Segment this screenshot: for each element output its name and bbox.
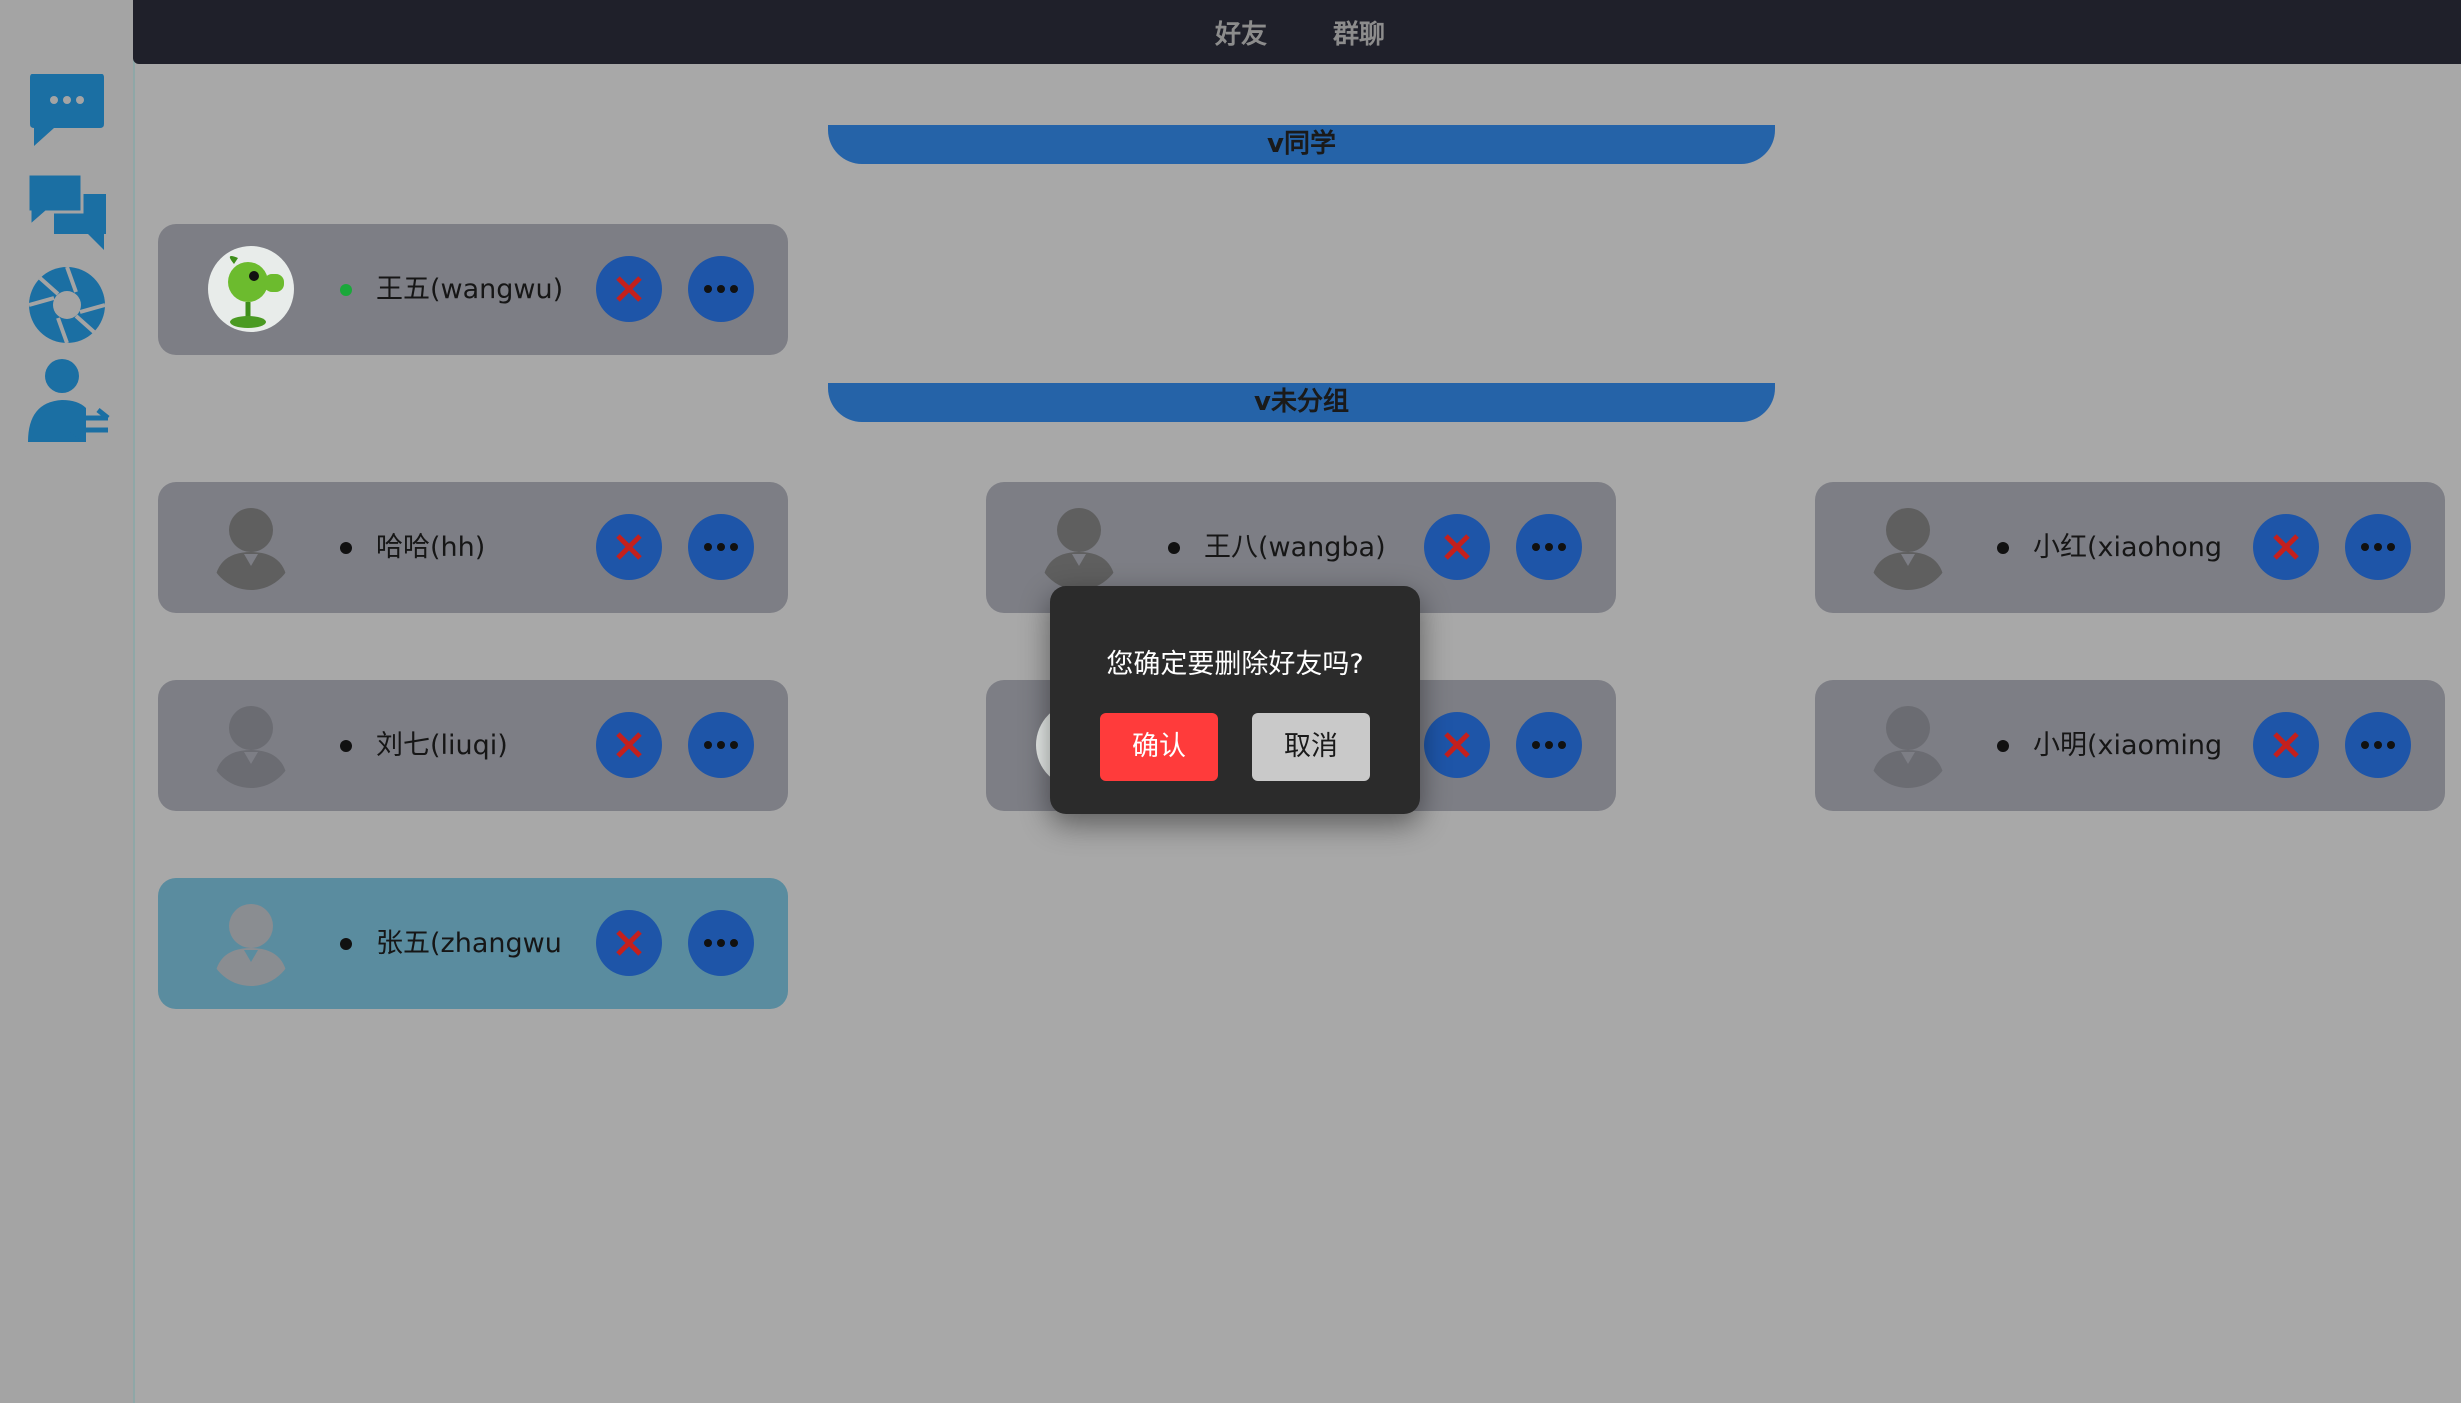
more-options-button[interactable] — [1516, 514, 1582, 580]
delete-friend-button[interactable] — [596, 514, 662, 580]
more-options-button[interactable] — [2345, 514, 2411, 580]
friend-card[interactable]: 小红(xiaohong — [1815, 482, 2445, 613]
status-dot — [1997, 740, 2009, 752]
more-options-button[interactable] — [688, 514, 754, 580]
friend-card[interactable]: 刘七(liuqi) — [158, 680, 788, 811]
default-avatar-icon — [1865, 702, 1951, 788]
status-dot — [340, 284, 352, 296]
friend-name: 小明(xiaoming — [2033, 730, 2223, 761]
status-dot — [1997, 542, 2009, 554]
status-dot — [340, 740, 352, 752]
friend-card-selected[interactable]: 张五(zhangwu — [158, 878, 788, 1009]
delete-friend-button[interactable] — [596, 256, 662, 322]
friend-name: 王五(wangwu) — [376, 274, 564, 305]
tab-friends[interactable]: 好友 — [1215, 14, 1267, 51]
friend-name: 哈哈(hh) — [376, 532, 486, 563]
default-avatar-icon — [208, 702, 294, 788]
cancel-button[interactable]: 取消 — [1252, 713, 1370, 781]
group-header-ungrouped[interactable]: v未分组 — [828, 383, 1775, 422]
status-dot — [340, 542, 352, 554]
delete-friend-button[interactable] — [2253, 712, 2319, 778]
top-navigation-bar: 好友 群聊 — [133, 0, 2461, 64]
more-options-button[interactable] — [2345, 712, 2411, 778]
default-avatar-icon — [208, 900, 294, 986]
tab-groups[interactable]: 群聊 — [1333, 14, 1385, 51]
default-avatar-icon — [208, 504, 294, 590]
chat-bubble-icon[interactable] — [24, 66, 110, 152]
group-header-classmates[interactable]: v同学 — [828, 125, 1775, 164]
aperture-icon[interactable] — [24, 262, 110, 348]
status-dot — [340, 938, 352, 950]
default-avatar-icon — [1036, 504, 1122, 590]
avatar — [208, 246, 294, 332]
friend-card[interactable]: 哈哈(hh) — [158, 482, 788, 613]
more-options-button[interactable] — [688, 712, 754, 778]
delete-friend-button[interactable] — [1424, 514, 1490, 580]
delete-friend-button[interactable] — [596, 712, 662, 778]
friend-name: 张五(zhangwu — [376, 928, 562, 959]
delete-friend-button[interactable] — [1424, 712, 1490, 778]
default-avatar-icon — [1865, 504, 1951, 590]
delete-friend-button[interactable] — [596, 910, 662, 976]
delete-confirm-dialog: 您确定要删除好友吗? 确认 取消 — [1050, 586, 1420, 814]
more-options-button[interactable] — [688, 910, 754, 976]
confirm-button[interactable]: 确认 — [1100, 713, 1218, 781]
friend-name: 小红(xiaohong — [2033, 532, 2222, 563]
sidebar — [0, 0, 135, 1403]
more-options-button[interactable] — [1516, 712, 1582, 778]
more-options-button[interactable] — [688, 256, 754, 322]
user-transfer-icon[interactable] — [24, 356, 110, 442]
conversations-icon[interactable] — [24, 164, 110, 250]
dialog-message: 您确定要删除好友吗? — [1106, 649, 1364, 680]
friend-name: 王八(wangba) — [1204, 532, 1386, 563]
status-dot — [1168, 542, 1180, 554]
delete-friend-button[interactable] — [2253, 514, 2319, 580]
friend-name: 刘七(liuqi) — [376, 730, 508, 761]
friend-card[interactable]: 小明(xiaoming — [1815, 680, 2445, 811]
friend-card[interactable]: 王五(wangwu) — [158, 224, 788, 355]
